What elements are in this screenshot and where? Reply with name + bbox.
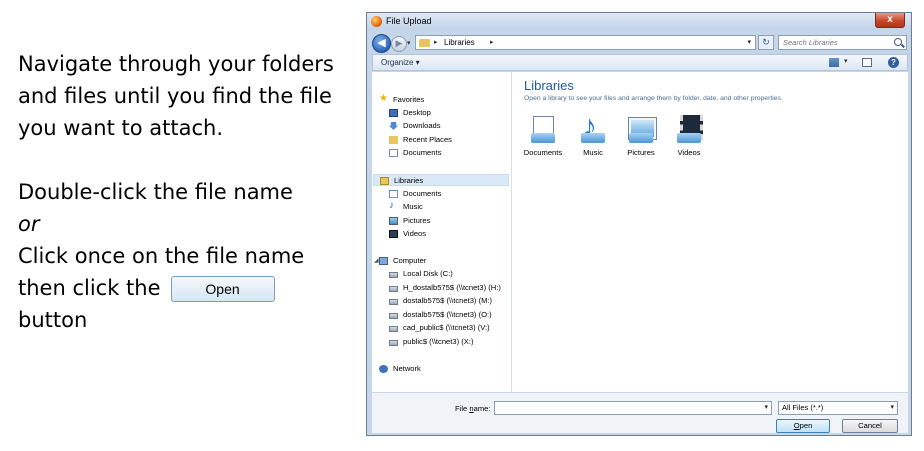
toolbar: Organize ▾ ▾ ? — [372, 54, 908, 71]
star-icon: ★ — [379, 93, 388, 104]
help-icon[interactable]: ? — [888, 57, 899, 68]
instruction-text: then click the — [18, 276, 161, 300]
breadcrumb-libraries[interactable]: Libraries — [444, 36, 475, 49]
libraries-heading: Libraries — [524, 78, 574, 93]
file-type-select[interactable]: All Files (*.*) ▾ — [778, 401, 898, 415]
network-drive-icon — [389, 326, 398, 332]
breadcrumb-arrow-icon[interactable]: ▸ — [490, 36, 494, 49]
file-name-input[interactable] — [497, 402, 757, 414]
title-bar[interactable]: File Upload x — [367, 13, 911, 30]
search-icon[interactable] — [894, 38, 902, 46]
instruction-line-with-button: then click the Open — [18, 272, 358, 304]
dialog-footer: File name: ▾ All Files (*.*) ▾ Open Canc… — [372, 393, 908, 433]
recent-places-icon — [389, 136, 398, 144]
file-name-dropdown-icon[interactable]: ▾ — [764, 402, 768, 414]
network-drive-icon — [389, 313, 398, 319]
libraries-description: Open a library to see your files and arr… — [524, 95, 783, 102]
views-icon[interactable] — [829, 58, 839, 67]
search-input[interactable] — [783, 36, 883, 49]
instruction-line: Double-click the file name — [18, 180, 293, 204]
library-tile-pictures[interactable]: Pictures — [619, 114, 663, 157]
network-drive-icon — [389, 299, 398, 305]
music-library-icon — [578, 110, 608, 144]
navigation-pane: ★ Favorites Desktop Downloads Recent Pla… — [372, 72, 512, 392]
file-type-value: All Files (*.*) — [782, 403, 824, 412]
network-drive-icon — [389, 340, 398, 346]
computer-icon — [379, 257, 388, 265]
library-tile-music[interactable]: Music — [571, 110, 615, 157]
nav-libraries[interactable]: Libraries — [373, 174, 509, 186]
firefox-icon — [371, 16, 382, 27]
window-title: File Upload — [386, 16, 432, 26]
pictures-icon — [389, 217, 398, 225]
library-tile-documents[interactable]: Documents — [521, 114, 565, 157]
recent-pages-dropdown[interactable]: ▾ — [407, 39, 411, 47]
instruction-line: Click once on the file name — [18, 244, 305, 268]
file-name-label: File name: — [455, 404, 491, 413]
refresh-button[interactable]: ↻ — [758, 35, 774, 50]
local-disk-icon — [389, 272, 398, 278]
instruction-line: Navigate through your folders — [18, 52, 334, 76]
address-bar[interactable]: ▸ Libraries ▸ ▾ — [415, 35, 756, 50]
folder-icon — [419, 39, 430, 47]
sample-open-button: Open — [170, 276, 275, 302]
back-button[interactable]: ◀ — [372, 34, 391, 53]
open-button[interactable]: Open — [776, 419, 830, 433]
address-dropdown-icon[interactable]: ▾ — [747, 36, 751, 49]
expand-arrow-icon[interactable]: ◢ — [374, 255, 379, 267]
forward-button[interactable]: ▶ — [391, 36, 407, 52]
preview-pane-icon[interactable] — [862, 58, 872, 67]
file-upload-dialog: File Upload x ◀ ▶ ▾ ▸ Libraries ▸ ▾ ↻ Or… — [366, 12, 912, 436]
instruction-line: button — [18, 308, 88, 332]
pictures-library-icon — [626, 114, 656, 144]
close-button[interactable]: x — [875, 13, 905, 28]
downloads-icon — [389, 122, 398, 130]
network-drive-icon — [389, 286, 398, 292]
instruction-or: or — [18, 212, 40, 236]
file-name-field[interactable]: ▾ — [494, 401, 772, 415]
instruction-line: and files until you find the file — [18, 84, 332, 108]
document-icon — [389, 190, 398, 198]
file-type-dropdown-icon[interactable]: ▾ — [890, 402, 894, 414]
organize-menu[interactable]: Organize ▾ — [381, 58, 420, 67]
documents-library-icon — [528, 114, 558, 144]
search-box[interactable] — [778, 35, 907, 50]
views-dropdown-icon[interactable]: ▾ — [844, 57, 848, 65]
instruction-line: you want to attach. — [18, 116, 224, 140]
document-icon — [389, 149, 398, 157]
videos-icon — [389, 230, 398, 238]
library-tile-videos[interactable]: Videos — [667, 114, 711, 157]
libraries-icon — [380, 177, 389, 185]
breadcrumb-arrow-icon[interactable]: ▸ — [434, 36, 438, 49]
network-icon — [379, 365, 388, 373]
music-icon: ♪ — [389, 200, 394, 211]
content-pane: Libraries Open a library to see your fil… — [512, 72, 908, 392]
instructions: Navigate through your folders and files … — [18, 48, 358, 336]
videos-library-icon — [674, 114, 704, 144]
desktop-icon — [389, 109, 398, 117]
cancel-button[interactable]: Cancel — [842, 419, 898, 433]
